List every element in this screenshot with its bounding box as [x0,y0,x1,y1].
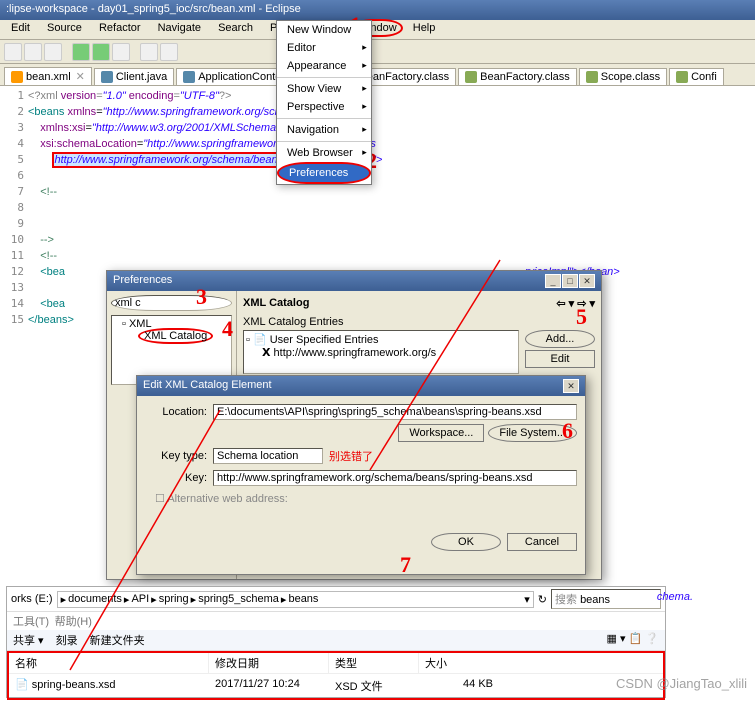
line-gutter: 123456789101112131415 [0,86,28,386]
tab-beanfactory[interactable]: BeanFactory.class [458,68,577,85]
menu-search[interactable]: Search [211,20,260,36]
file-row[interactable]: 📄 spring-beans.xsd 2017/11/27 10:24 XSD … [9,674,663,698]
toolbar [0,40,755,64]
class-icon [465,71,477,83]
minimize-icon[interactable]: _ [545,274,561,288]
tb-saveall-icon[interactable] [44,43,62,61]
tb-new-icon[interactable] [4,43,22,61]
col-size[interactable]: 大小 [419,653,499,673]
entries-tree[interactable]: ▫ 📄 User Specified Entries 𝗫 http://www.… [243,330,519,374]
mi-web-browser[interactable]: Web Browser [277,144,371,162]
menu-separator [277,118,371,119]
annot-6: 6 [562,418,573,444]
panel-title: XML Catalog [243,297,309,310]
dialog-title: Edit XML Catalog Element [143,379,272,393]
tab-confi[interactable]: Confi [669,68,724,85]
refresh-icon[interactable]: ↻ [538,593,547,606]
key-label: Key: [145,472,207,484]
editor-tabbar: bean.xml✕ Client.java ApplicationContex … [0,64,755,86]
tab-client-java[interactable]: Client.java [94,68,174,85]
key-field[interactable]: http://www.springframework.org/schema/be… [213,470,577,486]
tab-scope[interactable]: Scope.class [579,68,667,85]
location-label: Location: [145,406,207,418]
col-type[interactable]: 类型 [329,653,419,673]
ok-button[interactable]: OK [431,533,501,551]
location-field[interactable]: E:\documents\API\spring\spring5_schema\b… [213,404,577,420]
tb-save-icon[interactable] [24,43,42,61]
tb-run-icon[interactable] [92,43,110,61]
window-titlebar: :lipse-workspace - day01_spring5_ioc/src… [0,0,755,20]
mi-navigation[interactable]: Navigation [277,121,371,139]
tb-play-icon[interactable] [160,43,178,61]
maximize-icon[interactable]: □ [562,274,578,288]
tb-debug-icon[interactable] [72,43,90,61]
mi-perspective[interactable]: Perspective [277,98,371,116]
annot-7: 7 [400,552,411,578]
entries-label: XML Catalog Entries [243,316,595,328]
add-button[interactable]: Add... [525,330,595,348]
xml-icon [11,71,23,83]
edit-catalog-dialog: Edit XML Catalog Element ✕ Location: E:\… [136,375,586,575]
burn-button[interactable]: 刻录 [56,632,78,648]
menu-refactor[interactable]: Refactor [92,20,148,36]
java-icon [183,71,195,83]
annot-5: 5 [576,304,587,330]
mi-new-window[interactable]: New Window [277,21,371,39]
menu-navigate[interactable]: Navigate [151,20,208,36]
cancel-button[interactable]: Cancel [507,533,577,551]
drive-label[interactable]: orks (E:) [11,593,53,605]
share-button[interactable]: 共享 ▾ [13,632,44,648]
tree-xml-catalog[interactable]: XML Catalog [138,328,213,344]
window-dropdown: New Window Editor Appearance Show View P… [276,20,372,185]
watermark: CSDN @JiangTao_xlili [616,676,747,691]
menu-source[interactable]: Source [40,20,89,36]
class-icon [676,71,688,83]
keytype-note: 别选错了 [329,448,373,464]
close-icon[interactable]: ✕ [76,70,85,83]
menubar: Edit Source Refactor Navigate Search Pro… [0,20,755,40]
menu-separator [277,77,371,78]
keytype-select[interactable]: Schema location [213,448,323,464]
tb-bug-icon[interactable] [140,43,158,61]
tb-coverage-icon[interactable] [112,43,130,61]
filter-input[interactable]: xml c [111,295,232,311]
menu-help[interactable]: Help [406,20,443,36]
dialog-titlebar: Preferences _□✕ [107,271,601,291]
class-icon [586,71,598,83]
back-icon[interactable]: ⇦ [556,298,565,310]
mi-editor[interactable]: Editor [277,39,371,57]
close-icon[interactable]: ✕ [579,274,595,288]
workspace-button[interactable]: Workspace... [398,424,484,442]
tab-bean-xml[interactable]: bean.xml✕ [4,67,92,85]
breadcrumb[interactable]: ▸ documents ▸ API ▸ spring ▸ spring5_sch… [57,591,534,608]
edit-button[interactable]: Edit [525,350,595,368]
newfolder-button[interactable]: 新建文件夹 [90,632,145,648]
keytype-label: Key type: [145,450,207,462]
dialog-titlebar: Edit XML Catalog Element ✕ [137,376,585,396]
col-date[interactable]: 修改日期 [209,653,329,673]
window-title: :lipse-workspace - day01_spring5_ioc/src… [6,3,301,15]
mi-preferences[interactable]: Preferences [277,162,371,184]
file-browser: orks (E:) ▸ documents ▸ API ▸ spring ▸ s… [6,586,666,698]
mi-appearance[interactable]: Appearance [277,57,371,75]
dialog-title: Preferences [113,274,172,288]
search-input[interactable]: 搜索 beans [551,589,661,609]
col-name[interactable]: 名称 [9,653,209,673]
close-icon[interactable]: ✕ [563,379,579,393]
mi-show-view[interactable]: Show View [277,80,371,98]
alt-checkbox[interactable]: ☐ [155,493,165,505]
annot-3: 3 [196,284,207,310]
menu-edit[interactable]: Edit [4,20,37,36]
java-icon [101,71,113,83]
menu-separator [277,141,371,142]
annot-4: 4 [222,316,233,342]
